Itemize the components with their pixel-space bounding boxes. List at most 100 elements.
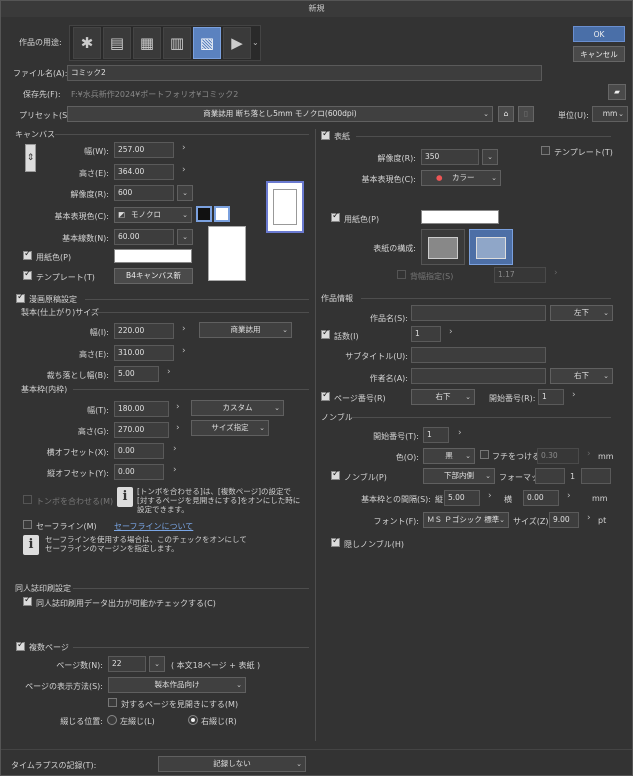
chevron-right-icon[interactable]: › (554, 268, 558, 278)
pages-input[interactable]: 22 (108, 656, 146, 672)
offset-y-input[interactable]: 0.00 (114, 464, 164, 480)
chevron-right-icon[interactable]: › (182, 165, 186, 175)
subtitle-input[interactable] (411, 347, 546, 363)
episode-input[interactable]: 1 (411, 326, 441, 342)
comic-icon[interactable]: ▦ (133, 27, 161, 59)
page-number-pos-select[interactable]: 右下 ⌄ (411, 389, 475, 405)
preset-select[interactable]: 商業誌用 断ち落とし5mm モノクロ(600dpi) ⌄ (67, 106, 493, 122)
chevron-down-icon[interactable]: ⌄ (252, 27, 260, 59)
nombre-start-input[interactable]: 1 (423, 427, 449, 443)
cover-res-input[interactable]: 350 (421, 149, 479, 165)
timelapse-select[interactable]: 記録しない ⌄ (158, 756, 306, 772)
chevron-right-icon[interactable]: › (449, 327, 453, 337)
safeline-help-link[interactable]: セーフラインについて (114, 521, 193, 532)
chevron-right-icon[interactable]: › (458, 428, 462, 438)
cover-color-select[interactable]: ● カラー ⌄ (421, 170, 501, 186)
webtoon-icon[interactable]: ▤ (103, 27, 131, 59)
chevron-right-icon[interactable]: › (587, 513, 591, 523)
orientation-icon[interactable]: ⇕ (25, 144, 36, 172)
canvas-res-input[interactable]: 600 (114, 185, 174, 201)
paper-color-checkbox[interactable] (23, 249, 32, 260)
trim-checkbox[interactable] (23, 495, 32, 504)
chevron-right-icon[interactable]: › (182, 324, 186, 334)
cover-paper-swatch[interactable] (421, 210, 499, 224)
chevron-right-icon[interactable]: › (182, 143, 186, 153)
folder-icon[interactable]: ▰ (608, 84, 626, 100)
nombre-enable-checkbox[interactable] (331, 469, 340, 480)
comic-active-icon[interactable]: ▧ (193, 27, 221, 59)
chevron-right-icon[interactable]: › (488, 491, 492, 501)
black-swatch[interactable] (196, 206, 212, 222)
chevron-right-icon[interactable]: › (176, 423, 180, 433)
chevron-down-icon[interactable]: ⌄ (177, 229, 193, 245)
chevron-right-icon[interactable]: › (173, 465, 177, 475)
nombre-gap-h-input[interactable]: 0.00 (523, 490, 559, 506)
hidden-nombre-checkbox[interactable] (331, 536, 340, 547)
manga-settings-checkbox[interactable] (16, 292, 25, 303)
nombre-font-select[interactable]: ＭＳ Ｐゴシック 標準 ⌄ (423, 512, 509, 528)
nombre-gap-v-input[interactable]: 5.00 (444, 490, 480, 506)
frame-height-input[interactable]: 270.00 (114, 422, 169, 438)
chevron-right-icon[interactable]: › (167, 367, 171, 377)
book-icon[interactable]: ▥ (163, 27, 191, 59)
chevron-right-icon[interactable]: › (176, 402, 180, 412)
chevron-down-icon[interactable]: ⌄ (149, 656, 165, 672)
frame-size-select[interactable]: サイズ指定 ⌄ (191, 420, 269, 436)
cover-paper-checkbox[interactable] (331, 211, 340, 222)
paper-color-swatch[interactable] (114, 249, 192, 263)
canvas-lines-input[interactable]: 60.00 (114, 229, 174, 245)
white-swatch[interactable] (214, 206, 230, 222)
unit-select[interactable]: mm ⌄ (592, 106, 628, 122)
page-number-checkbox[interactable] (321, 390, 330, 401)
finish-width-input[interactable]: 220.00 (114, 323, 174, 339)
chevron-down-icon[interactable]: ⌄ (177, 185, 193, 201)
delete-preset-icon[interactable]: ▯ (518, 106, 534, 122)
episode-checkbox[interactable] (321, 328, 330, 339)
template-select-button[interactable]: B4キャンバス新 (114, 268, 193, 284)
finish-preset-select[interactable]: 商業誌用 ⌄ (199, 322, 292, 338)
page-view-select[interactable]: 製本作品向け ⌄ (108, 677, 246, 693)
doujin-checkbox[interactable] (23, 595, 32, 606)
chevron-down-icon[interactable]: ⌄ (482, 149, 498, 165)
frame-preset-select[interactable]: カスタム ⌄ (191, 400, 284, 416)
illustration-icon[interactable]: ✱ (73, 27, 101, 59)
animation-icon[interactable]: ▶ (223, 27, 251, 59)
left-binding-radio[interactable] (107, 715, 117, 725)
right-binding-radio[interactable] (188, 715, 198, 725)
chevron-right-icon[interactable]: › (587, 449, 591, 459)
save-preset-icon[interactable]: ⌂ (498, 106, 514, 122)
ok-button[interactable]: OK (573, 26, 625, 42)
safeline-checkbox[interactable] (23, 520, 32, 529)
nombre-border-checkbox[interactable] (480, 450, 489, 459)
cover-template-checkbox[interactable] (541, 146, 550, 155)
cover-layout-spread-icon[interactable] (469, 229, 513, 265)
canvas-width-input[interactable]: 257.00 (114, 142, 174, 158)
title-pos-select[interactable]: 左下 ⌄ (550, 305, 613, 321)
chevron-right-icon[interactable]: › (567, 491, 571, 501)
spread-checkbox[interactable] (108, 698, 117, 707)
spine-checkbox[interactable] (397, 270, 406, 279)
multi-page-checkbox[interactable] (16, 640, 25, 651)
chevron-right-icon[interactable]: › (173, 444, 177, 454)
nombre-border-input[interactable]: 0.30 (537, 448, 579, 464)
cancel-button[interactable]: キャンセル (573, 46, 625, 62)
canvas-height-input[interactable]: 364.00 (114, 164, 174, 180)
finish-height-input[interactable]: 310.00 (114, 345, 174, 361)
title-input[interactable] (411, 305, 546, 321)
cover-layout-single-icon[interactable] (421, 229, 465, 265)
nombre-pos-select[interactable]: 下部内側 ⌄ (423, 468, 495, 484)
template-checkbox[interactable] (23, 269, 32, 280)
canvas-color-select[interactable]: ◩ モノクロ ⌄ (114, 207, 192, 223)
spine-input[interactable]: 1.17 (494, 267, 546, 283)
nombre-size-input[interactable]: 9.00 (549, 512, 579, 528)
cover-checkbox[interactable] (321, 129, 330, 140)
chevron-right-icon[interactable]: › (572, 390, 576, 400)
frame-width-input[interactable]: 180.00 (114, 401, 169, 417)
bleed-input[interactable]: 5.00 (114, 366, 159, 382)
nombre-suffix-input[interactable] (581, 468, 611, 484)
author-pos-select[interactable]: 右下 ⌄ (550, 368, 613, 384)
filename-input[interactable]: コミック2 (67, 65, 542, 81)
nombre-prefix-input[interactable] (535, 468, 565, 484)
offset-x-input[interactable]: 0.00 (114, 443, 164, 459)
start-number-input[interactable]: 1 (538, 389, 564, 405)
